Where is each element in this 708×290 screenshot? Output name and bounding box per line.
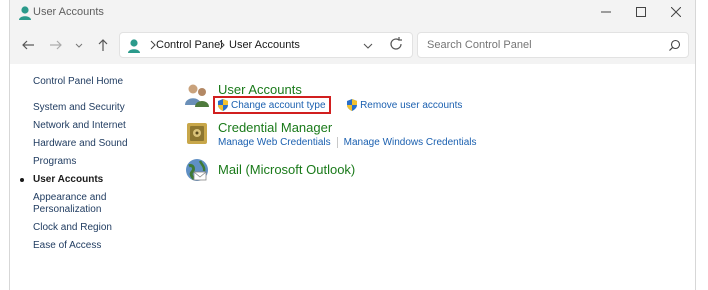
manage-windows-credentials-link[interactable]: Manage Windows Credentials bbox=[344, 137, 477, 148]
category-links: Manage Web Credentials Manage Windows Cre… bbox=[218, 137, 477, 148]
category-title[interactable]: Mail (Microsoft Outlook) bbox=[218, 162, 355, 177]
uac-shield-icon bbox=[218, 99, 228, 111]
arrow-up-icon bbox=[98, 39, 108, 51]
window-title: User Accounts bbox=[33, 6, 104, 18]
close-icon bbox=[671, 7, 681, 17]
sidebar-item-network-internet[interactable]: Network and Internet bbox=[33, 120, 173, 132]
back-button[interactable] bbox=[19, 36, 37, 54]
sidebar-item-control-panel-home[interactable]: Control Panel Home bbox=[33, 76, 173, 88]
address-bar[interactable]: Control Panel User Accounts bbox=[119, 32, 413, 58]
sidebar-item-clock-region[interactable]: Clock and Region bbox=[33, 222, 173, 234]
refresh-icon[interactable] bbox=[388, 36, 404, 52]
forward-button[interactable] bbox=[47, 36, 65, 54]
up-button[interactable] bbox=[94, 36, 112, 54]
sidebar: Control Panel Home System and Security N… bbox=[20, 76, 173, 258]
maximize-icon bbox=[636, 7, 646, 17]
close-button[interactable] bbox=[662, 2, 690, 22]
credential-vault-icon bbox=[187, 123, 207, 144]
search-box[interactable] bbox=[417, 32, 689, 58]
manage-web-credentials-link[interactable]: Manage Web Credentials bbox=[218, 137, 331, 148]
sidebar-item-appearance[interactable]: Appearance and Personalization bbox=[33, 192, 113, 216]
mail-globe-icon bbox=[186, 159, 208, 181]
chevron-down-icon[interactable] bbox=[361, 39, 375, 53]
category-links: Change account type Remove user accounts bbox=[213, 96, 462, 114]
sidebar-item-programs[interactable]: Programs bbox=[33, 156, 173, 168]
chevron-down-icon bbox=[75, 43, 83, 48]
users-icon bbox=[185, 84, 209, 107]
breadcrumb-user-accounts[interactable]: User Accounts bbox=[229, 39, 300, 51]
category-title[interactable]: User Accounts bbox=[218, 82, 302, 97]
minimize-icon bbox=[601, 11, 611, 13]
navigation-bar: Control Panel User Accounts bbox=[10, 30, 695, 60]
search-icon[interactable] bbox=[668, 39, 681, 52]
search-input[interactable] bbox=[418, 33, 667, 57]
sidebar-item-hardware-sound[interactable]: Hardware and Sound bbox=[33, 138, 173, 150]
recent-locations-button[interactable] bbox=[70, 36, 88, 54]
arrow-right-icon bbox=[50, 40, 62, 50]
arrow-left-icon bbox=[22, 40, 34, 50]
chevron-right-icon bbox=[219, 40, 225, 50]
change-account-type-link[interactable]: Change account type bbox=[231, 100, 326, 111]
uac-shield-icon bbox=[347, 99, 358, 111]
category-title[interactable]: Credential Manager bbox=[218, 120, 332, 135]
title-bar: User Accounts bbox=[10, 0, 695, 26]
sidebar-item-user-accounts[interactable]: User Accounts bbox=[20, 174, 173, 186]
sidebar-item-ease-of-access[interactable]: Ease of Access bbox=[33, 240, 173, 252]
control-panel-window: User Accounts Control Panel User Account… bbox=[9, 0, 696, 290]
content-area: Control Panel Home System and Security N… bbox=[10, 64, 695, 290]
minimize-button[interactable] bbox=[592, 2, 620, 22]
user-accounts-icon bbox=[128, 39, 140, 53]
highlight-box: Change account type bbox=[213, 96, 331, 114]
link-separator bbox=[336, 137, 338, 148]
breadcrumb-control-panel[interactable]: Control Panel bbox=[156, 39, 223, 51]
sidebar-item-system-security[interactable]: System and Security bbox=[33, 102, 173, 114]
user-accounts-icon bbox=[19, 6, 31, 20]
maximize-button[interactable] bbox=[627, 2, 655, 22]
remove-user-accounts-link[interactable]: Remove user accounts bbox=[360, 100, 462, 111]
